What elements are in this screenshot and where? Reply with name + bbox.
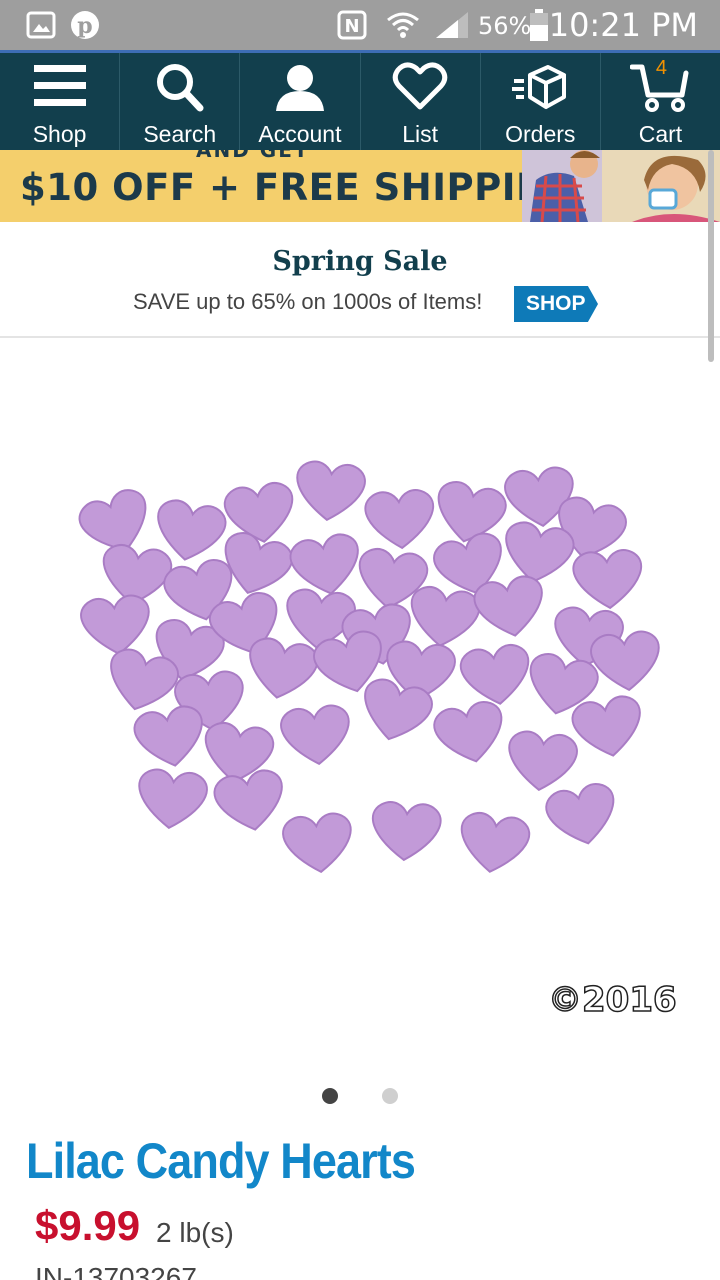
heart-icon — [392, 62, 448, 110]
product-weight: 2 lb(s) — [156, 1217, 234, 1248]
nav-cart[interactable]: 4 Cart — [601, 53, 720, 150]
candy-heart — [242, 634, 322, 705]
product-title: Lilac Candy Hearts — [26, 1133, 416, 1189]
candy-heart — [405, 583, 483, 652]
status-bar: p N 56% 10:21 PM — [0, 0, 720, 52]
candy-heart — [498, 518, 578, 589]
promo-kids-photo — [522, 150, 720, 222]
candy-heart — [134, 766, 210, 833]
carousel-dot-2[interactable] — [382, 1088, 398, 1104]
candy-heart — [455, 809, 533, 878]
nav-list-label: List — [402, 121, 438, 147]
candy-heart — [210, 766, 290, 837]
nav-search-label: Search — [143, 121, 217, 147]
scrollbar[interactable] — [708, 150, 714, 362]
product-image[interactable] — [60, 440, 660, 940]
candy-heart — [286, 530, 366, 601]
nfc-icon: N — [337, 10, 367, 40]
nav-account-label: Account — [258, 121, 342, 147]
candy-heart — [470, 572, 550, 643]
nav-account[interactable]: Account — [240, 53, 361, 150]
promo-banner[interactable]: AND GET $10 OFF + FREE SHIPPING! — [0, 150, 720, 222]
cart-count-badge: 4 — [655, 57, 667, 79]
candy-hearts — [73, 458, 660, 878]
candy-heart — [363, 487, 437, 552]
candy-heart — [369, 799, 443, 864]
nav-shop[interactable]: Shop — [0, 53, 121, 150]
clock: 10:21 PM — [548, 6, 698, 44]
candy-heart — [542, 779, 623, 852]
product-price: $9.99 — [35, 1202, 141, 1249]
svg-text:p: p — [77, 13, 92, 39]
sale-title: Spring Sale — [272, 246, 448, 277]
signal-icon — [436, 12, 468, 38]
box-icon — [512, 65, 567, 109]
candy-heart — [568, 692, 648, 763]
candy-heart — [457, 641, 535, 710]
candy-heart — [278, 702, 354, 769]
battery-percent: 56% — [478, 12, 532, 40]
candy-heart — [130, 702, 210, 773]
nav-shop-label: Shop — [32, 121, 87, 147]
candy-heart — [588, 628, 660, 695]
nav-orders-label: Orders — [505, 121, 576, 147]
search-icon — [156, 64, 204, 112]
candy-heart — [571, 547, 645, 612]
shop-button[interactable]: SHOP — [514, 286, 598, 322]
main-nav: Shop Search Account List Orders 4 Cart — [0, 53, 720, 150]
carousel-dot-1[interactable] — [322, 1088, 338, 1104]
carousel-dots — [0, 1088, 720, 1106]
candy-heart — [430, 697, 511, 770]
gallery-icon — [26, 11, 56, 39]
spring-sale-section: Spring Sale SAVE up to 65% on 1000s of I… — [0, 222, 720, 338]
wifi-icon — [387, 12, 419, 38]
nav-list[interactable]: List — [361, 53, 481, 150]
candy-heart — [78, 592, 154, 659]
nav-search[interactable]: Search — [120, 53, 241, 150]
candy-heart — [504, 728, 580, 795]
nav-cart-label: Cart — [638, 121, 683, 147]
svg-text:N: N — [344, 16, 359, 37]
promo-text: $10 OFF + FREE SHIPPING! — [20, 166, 596, 209]
menu-icon — [33, 65, 86, 106]
promo-top-text: AND GET — [196, 150, 310, 162]
battery-icon — [530, 9, 548, 41]
nav-orders[interactable]: Orders — [481, 53, 601, 150]
sale-subtitle: SAVE up to 65% on 1000s of Items! — [133, 289, 483, 314]
item-number: IN-13703267 — [35, 1262, 197, 1280]
account-icon — [275, 65, 324, 111]
candy-heart — [292, 458, 368, 525]
image-copyright: ©2016 — [547, 979, 677, 1021]
pinterest-icon: p — [71, 11, 99, 39]
candy-heart — [280, 810, 356, 877]
